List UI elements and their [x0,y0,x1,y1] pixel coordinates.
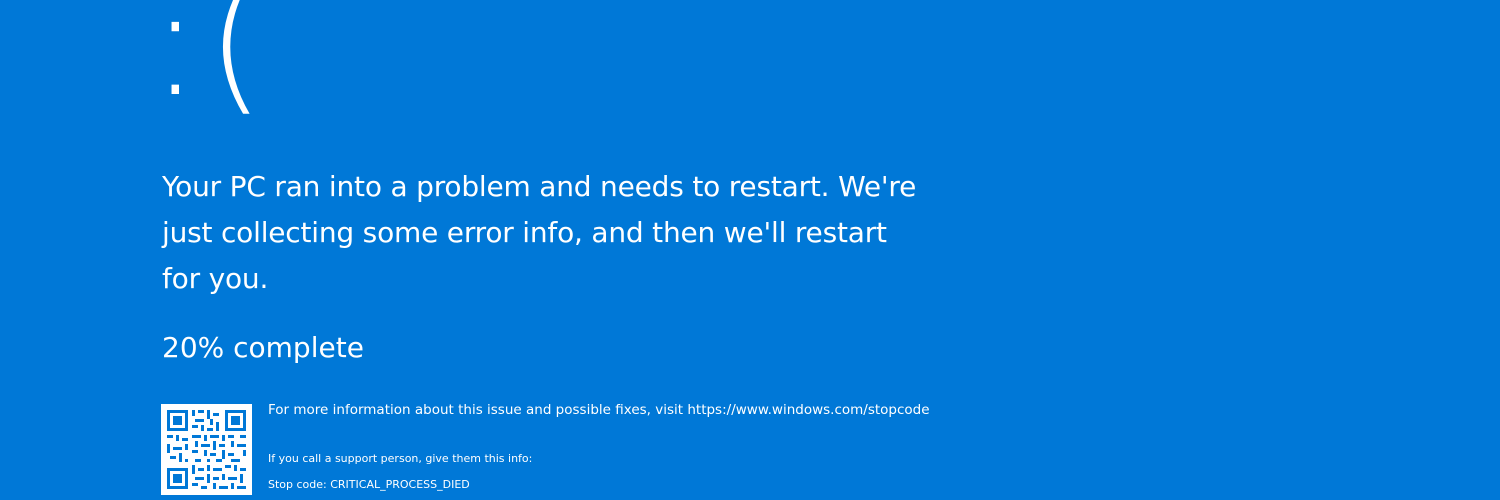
qr-code-icon [161,404,252,495]
progress-percentage: 20% complete [162,331,364,364]
support-info-text: If you call a support person, give them … [268,452,533,465]
more-info-text: For more information about this issue an… [268,402,930,418]
blue-screen: :( Your PC ran into a problem and needs … [0,0,1500,500]
error-headline: Your PC ran into a problem and needs to … [162,170,917,295]
sad-face-emoticon: :( [150,0,272,130]
info-block: For more information about this issue an… [268,400,968,493]
stop-code-text: Stop code: CRITICAL_PROCESS_DIED [268,478,470,491]
